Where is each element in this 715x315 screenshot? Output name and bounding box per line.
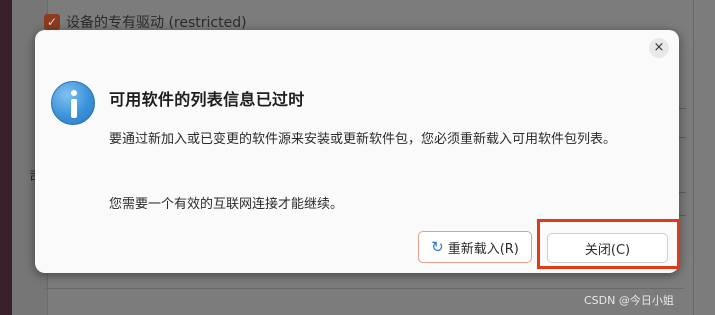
dialog-title: 可用软件的列表信息已过时 [109, 90, 305, 109]
dialog-connection-note: 您需要一个有效的互联网连接才能继续。 [109, 197, 344, 212]
watermark: CSDN @今日小姐 [584, 294, 674, 307]
close-button[interactable]: 关闭(C) [547, 233, 668, 263]
restricted-driver-label: 设备的专有驱动 (restricted) [66, 15, 247, 31]
outdated-list-dialog: × 可用软件的列表信息已过时 要通过新加入或已变更的软件源来安装或更新软件包，您… [35, 30, 679, 273]
dialog-message: 要通过新加入或已变更的软件源来安装或更新软件包，您必须重新载入可用软件包列表。 [109, 132, 617, 147]
info-icon [51, 81, 95, 125]
info-icon-dot [71, 90, 77, 96]
reload-icon: ↻ [431, 238, 444, 256]
reload-button[interactable]: ↻ 重新载入(R) [418, 231, 532, 263]
background-divider [693, 0, 694, 315]
close-button-label: 关闭(C) [584, 242, 631, 258]
dialog-close-icon[interactable]: × [649, 38, 669, 58]
restricted-driver-checkbox: ✓ [44, 14, 60, 30]
info-icon-bar [71, 99, 77, 118]
reload-button-label: 重新载入(R) [447, 241, 519, 257]
background-divider [44, 288, 684, 289]
